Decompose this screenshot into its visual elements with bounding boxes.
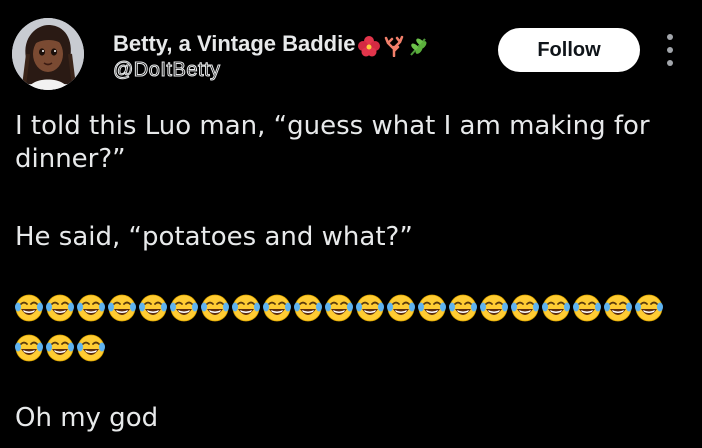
herb-icon xyxy=(407,31,429,59)
user-handle[interactable]: @DoItBetty xyxy=(113,58,221,82)
face-with-tears-of-joy-icon xyxy=(294,294,322,322)
tweet-text-paragraph-3: Oh my god xyxy=(15,403,159,433)
face-with-tears-of-joy-icon xyxy=(15,334,43,362)
emoji-row xyxy=(14,331,684,365)
face-with-tears-of-joy-icon xyxy=(418,294,446,322)
face-with-tears-of-joy-icon xyxy=(15,294,43,322)
face-with-tears-of-joy-icon xyxy=(542,294,570,322)
face-with-tears-of-joy-icon xyxy=(232,294,260,322)
more-dot xyxy=(667,60,673,66)
face-with-tears-of-joy-icon xyxy=(356,294,384,322)
display-name[interactable]: Betty, a Vintage Baddie xyxy=(113,30,429,59)
face-with-tears-of-joy-icon xyxy=(170,294,198,322)
face-with-tears-of-joy-icon xyxy=(387,294,415,322)
face-with-tears-of-joy-icon xyxy=(573,294,601,322)
face-with-tears-of-joy-icon xyxy=(604,294,632,322)
face-with-tears-of-joy-icon xyxy=(511,294,539,322)
coral-icon xyxy=(383,31,405,59)
face-with-tears-of-joy-icon xyxy=(46,294,74,322)
hibiscus-icon xyxy=(357,31,381,59)
more-options-icon[interactable] xyxy=(660,34,680,66)
face-with-tears-of-joy-icon xyxy=(201,294,229,322)
emoji-row xyxy=(14,291,684,325)
face-with-tears-of-joy-icon xyxy=(77,294,105,322)
face-with-tears-of-joy-icon xyxy=(46,334,74,362)
face-with-tears-of-joy-icon xyxy=(263,294,291,322)
tweet-text-paragraph-2: He said, “potatoes and what?” xyxy=(15,222,413,252)
display-name-text: Betty, a Vintage Baddie xyxy=(113,31,356,56)
face-with-tears-of-joy-icon xyxy=(139,294,167,322)
avatar[interactable] xyxy=(12,18,84,90)
more-dot xyxy=(667,47,673,53)
face-with-tears-of-joy-icon xyxy=(108,294,136,322)
follow-button[interactable]: Follow xyxy=(498,28,640,72)
face-with-tears-of-joy-icon xyxy=(480,294,508,322)
more-dot xyxy=(667,34,673,40)
face-with-tears-of-joy-icon xyxy=(325,294,353,322)
face-with-tears-of-joy-icon xyxy=(77,334,105,362)
tweet-text-paragraph-1: I told this Luo man, “guess what I am ma… xyxy=(15,111,650,174)
face-with-tears-of-joy-icon xyxy=(449,294,477,322)
face-with-tears-of-joy-icon xyxy=(635,294,663,322)
